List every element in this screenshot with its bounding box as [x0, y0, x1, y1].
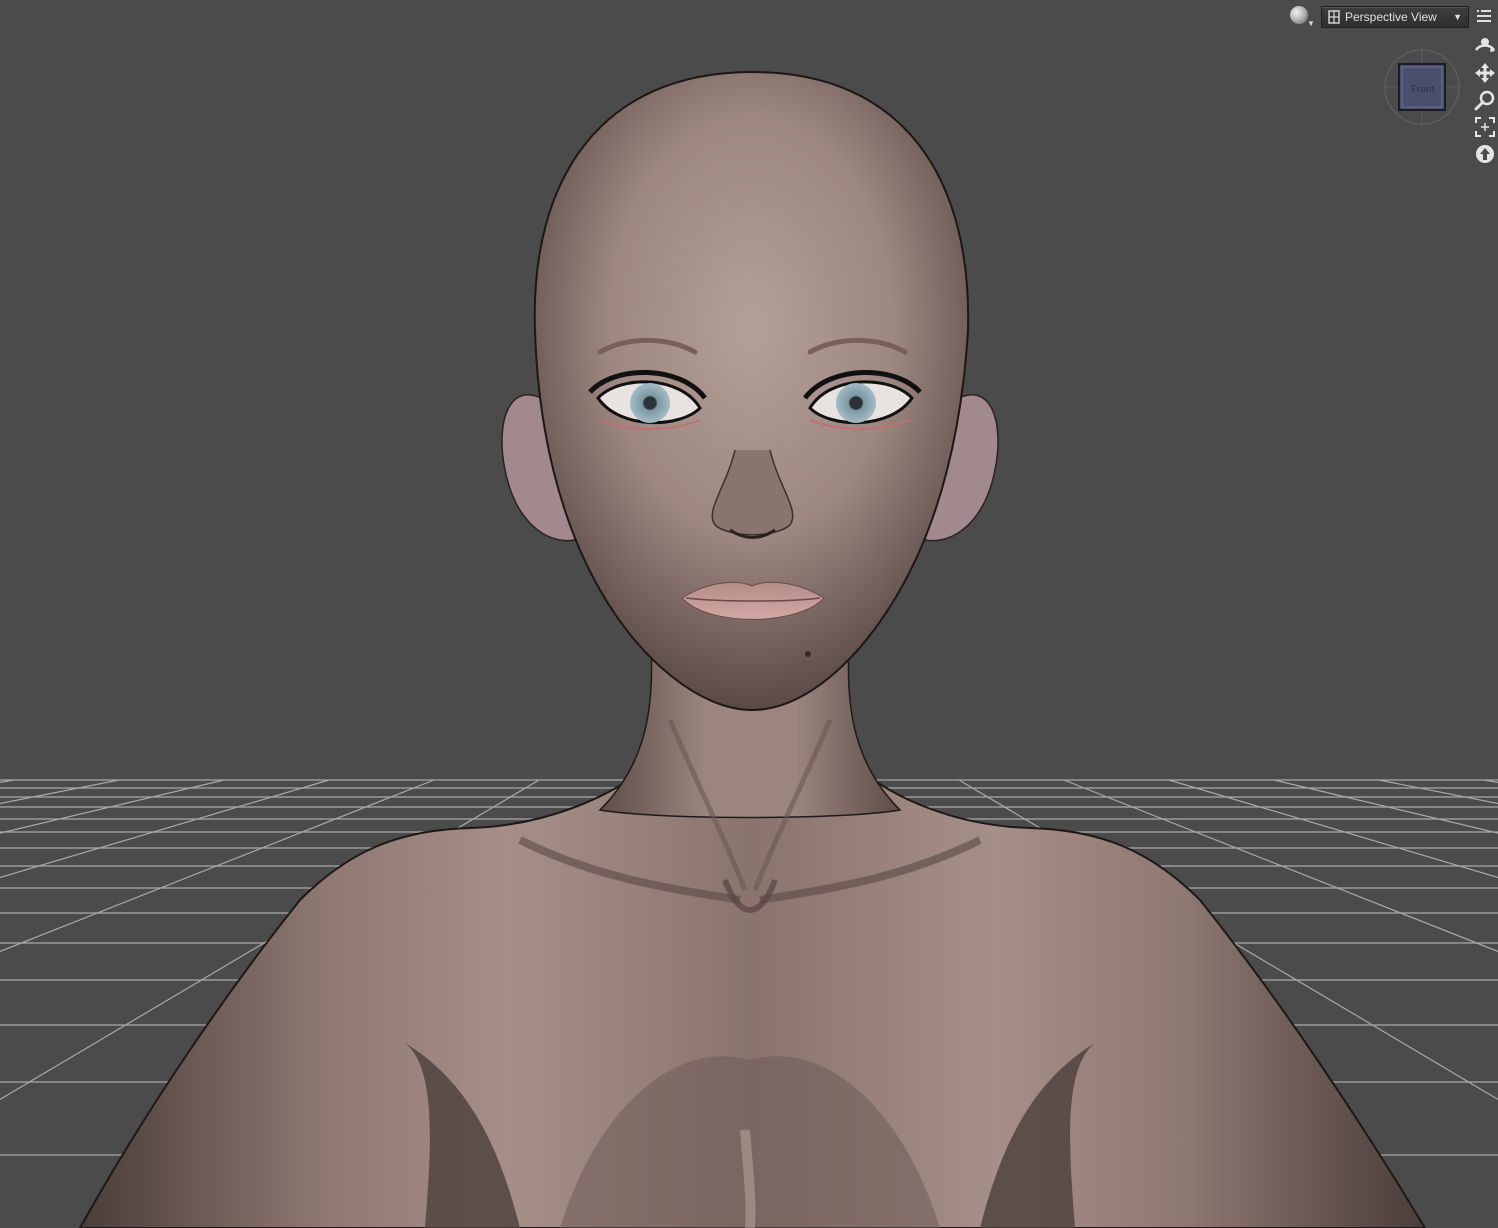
- scene-render[interactable]: [0, 0, 1498, 1228]
- view-select-dropdown[interactable]: Perspective View ▼: [1321, 6, 1469, 28]
- reset-view-icon: [1476, 144, 1494, 163]
- reset-view-tool[interactable]: [1472, 140, 1498, 167]
- pan-tool[interactable]: [1472, 59, 1498, 86]
- zoom-icon: [1474, 90, 1495, 110]
- viewport-toolbar: ▼ Perspective View ▼: [1287, 4, 1469, 30]
- orbit-tool[interactable]: [1472, 32, 1498, 59]
- draw-style-button[interactable]: ▼: [1287, 4, 1317, 30]
- chevron-down-icon: ▼: [1307, 19, 1315, 28]
- pan-icon: [1475, 62, 1495, 83]
- cleavage: [740, 1129, 756, 1228]
- frame-tool[interactable]: [1472, 113, 1498, 140]
- sphere-shading-icon: [1290, 6, 1308, 24]
- orbit-icon: [1474, 37, 1496, 52]
- frame-icon: [1475, 116, 1495, 137]
- zoom-tool[interactable]: [1472, 86, 1498, 113]
- view-cube[interactable]: Front: [1383, 48, 1461, 126]
- grid-line: [0, 779, 15, 783]
- 3d-viewport[interactable]: ▼ Perspective View ▼ Front: [0, 0, 1498, 1228]
- viewport-menu-icon[interactable]: [1474, 6, 1494, 26]
- navigation-tools: [1472, 32, 1498, 167]
- chevron-down-icon: ▼: [1453, 12, 1462, 22]
- beauty-mark: [805, 651, 811, 657]
- view-cube-face-label: Front: [1411, 84, 1435, 94]
- view-select-label: Perspective View: [1345, 10, 1437, 24]
- camera-frame-icon: [1328, 10, 1340, 24]
- grid-line: [1483, 779, 1498, 783]
